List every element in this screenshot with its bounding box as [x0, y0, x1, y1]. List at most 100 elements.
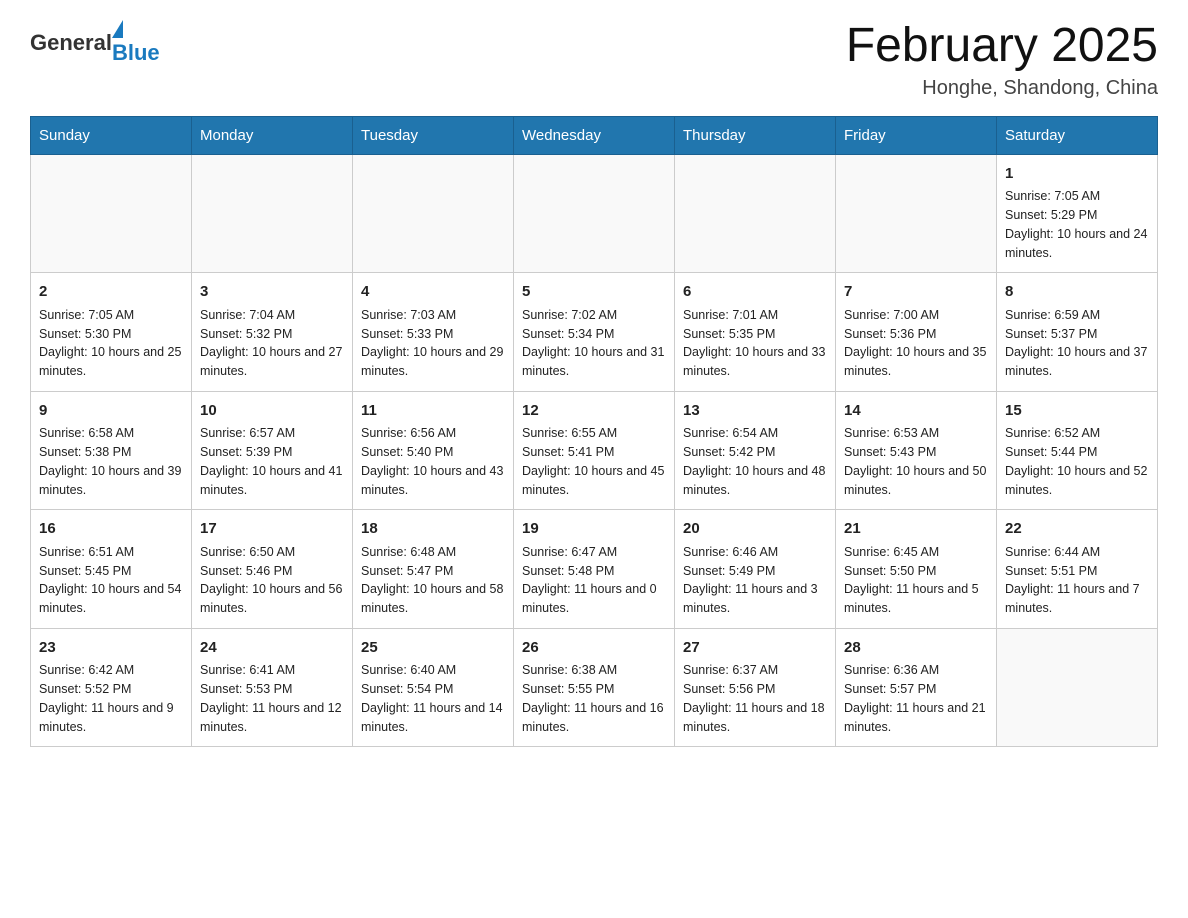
day-number: 1	[1005, 163, 1149, 186]
day-info: Sunrise: 6:40 AM	[361, 661, 505, 680]
day-info: Sunrise: 7:03 AM	[361, 306, 505, 325]
calendar-cell: 19Sunrise: 6:47 AMSunset: 5:48 PMDayligh…	[514, 510, 675, 629]
calendar-cell	[514, 154, 675, 273]
calendar-cell	[31, 154, 192, 273]
calendar-cell: 18Sunrise: 6:48 AMSunset: 5:47 PMDayligh…	[353, 510, 514, 629]
day-number: 22	[1005, 518, 1149, 541]
calendar-cell: 16Sunrise: 6:51 AMSunset: 5:45 PMDayligh…	[31, 510, 192, 629]
day-info: Daylight: 10 hours and 31 minutes.	[522, 343, 666, 381]
day-number: 28	[844, 637, 988, 660]
calendar-cell: 15Sunrise: 6:52 AMSunset: 5:44 PMDayligh…	[997, 391, 1158, 510]
title-area: February 2025 Honghe, Shandong, China	[846, 20, 1158, 100]
day-info: Sunrise: 7:00 AM	[844, 306, 988, 325]
day-info: Sunset: 5:50 PM	[844, 562, 988, 581]
calendar-cell	[353, 154, 514, 273]
day-info: Sunrise: 6:47 AM	[522, 543, 666, 562]
calendar-header-friday: Friday	[836, 116, 997, 154]
calendar-week-row: 2Sunrise: 7:05 AMSunset: 5:30 PMDaylight…	[31, 273, 1158, 392]
day-info: Sunrise: 6:58 AM	[39, 424, 183, 443]
day-number: 19	[522, 518, 666, 541]
day-info: Sunset: 5:32 PM	[200, 325, 344, 344]
day-info: Sunset: 5:47 PM	[361, 562, 505, 581]
calendar-cell: 13Sunrise: 6:54 AMSunset: 5:42 PMDayligh…	[675, 391, 836, 510]
page-header: General Blue February 2025 Honghe, Shand…	[30, 20, 1158, 100]
day-info: Sunset: 5:38 PM	[39, 443, 183, 462]
calendar-week-row: 23Sunrise: 6:42 AMSunset: 5:52 PMDayligh…	[31, 628, 1158, 747]
day-number: 15	[1005, 400, 1149, 423]
day-info: Sunrise: 6:37 AM	[683, 661, 827, 680]
calendar-cell	[192, 154, 353, 273]
calendar-cell	[836, 154, 997, 273]
day-info: Daylight: 11 hours and 5 minutes.	[844, 580, 988, 618]
day-info: Sunset: 5:55 PM	[522, 680, 666, 699]
day-info: Sunrise: 7:04 AM	[200, 306, 344, 325]
calendar-cell: 5Sunrise: 7:02 AMSunset: 5:34 PMDaylight…	[514, 273, 675, 392]
day-number: 26	[522, 637, 666, 660]
day-info: Sunset: 5:43 PM	[844, 443, 988, 462]
calendar-cell: 12Sunrise: 6:55 AMSunset: 5:41 PMDayligh…	[514, 391, 675, 510]
day-info: Sunrise: 6:56 AM	[361, 424, 505, 443]
calendar-cell: 7Sunrise: 7:00 AMSunset: 5:36 PMDaylight…	[836, 273, 997, 392]
calendar-cell: 3Sunrise: 7:04 AMSunset: 5:32 PMDaylight…	[192, 273, 353, 392]
day-info: Sunset: 5:37 PM	[1005, 325, 1149, 344]
day-info: Daylight: 11 hours and 14 minutes.	[361, 699, 505, 737]
day-info: Sunset: 5:35 PM	[683, 325, 827, 344]
day-number: 20	[683, 518, 827, 541]
day-info: Daylight: 10 hours and 41 minutes.	[200, 462, 344, 500]
day-number: 11	[361, 400, 505, 423]
calendar-header-sunday: Sunday	[31, 116, 192, 154]
month-title: February 2025	[846, 20, 1158, 73]
day-info: Sunrise: 6:36 AM	[844, 661, 988, 680]
day-info: Sunrise: 7:05 AM	[39, 306, 183, 325]
calendar-cell: 24Sunrise: 6:41 AMSunset: 5:53 PMDayligh…	[192, 628, 353, 747]
day-info: Sunrise: 6:42 AM	[39, 661, 183, 680]
logo-general-text: General	[30, 30, 112, 56]
calendar-table: SundayMondayTuesdayWednesdayThursdayFrid…	[30, 116, 1158, 748]
day-info: Sunset: 5:53 PM	[200, 680, 344, 699]
day-info: Daylight: 11 hours and 9 minutes.	[39, 699, 183, 737]
day-info: Sunset: 5:51 PM	[1005, 562, 1149, 581]
calendar-header-saturday: Saturday	[997, 116, 1158, 154]
day-info: Daylight: 11 hours and 18 minutes.	[683, 699, 827, 737]
logo-blue-area: Blue	[112, 20, 160, 66]
calendar-cell: 22Sunrise: 6:44 AMSunset: 5:51 PMDayligh…	[997, 510, 1158, 629]
day-number: 14	[844, 400, 988, 423]
day-number: 7	[844, 281, 988, 304]
day-info: Sunset: 5:57 PM	[844, 680, 988, 699]
day-info: Sunset: 5:52 PM	[39, 680, 183, 699]
calendar-cell: 27Sunrise: 6:37 AMSunset: 5:56 PMDayligh…	[675, 628, 836, 747]
day-number: 4	[361, 281, 505, 304]
calendar-cell: 14Sunrise: 6:53 AMSunset: 5:43 PMDayligh…	[836, 391, 997, 510]
day-info: Daylight: 11 hours and 16 minutes.	[522, 699, 666, 737]
day-info: Daylight: 10 hours and 39 minutes.	[39, 462, 183, 500]
day-info: Sunrise: 6:51 AM	[39, 543, 183, 562]
day-info: Sunset: 5:49 PM	[683, 562, 827, 581]
calendar-cell: 26Sunrise: 6:38 AMSunset: 5:55 PMDayligh…	[514, 628, 675, 747]
day-info: Sunset: 5:40 PM	[361, 443, 505, 462]
day-number: 6	[683, 281, 827, 304]
day-info: Sunset: 5:29 PM	[1005, 206, 1149, 225]
calendar-cell: 21Sunrise: 6:45 AMSunset: 5:50 PMDayligh…	[836, 510, 997, 629]
calendar-cell	[675, 154, 836, 273]
day-info: Sunrise: 6:41 AM	[200, 661, 344, 680]
day-number: 24	[200, 637, 344, 660]
day-info: Sunset: 5:42 PM	[683, 443, 827, 462]
calendar-cell: 4Sunrise: 7:03 AMSunset: 5:33 PMDaylight…	[353, 273, 514, 392]
calendar-cell: 20Sunrise: 6:46 AMSunset: 5:49 PMDayligh…	[675, 510, 836, 629]
day-info: Sunset: 5:56 PM	[683, 680, 827, 699]
logo: General Blue	[30, 20, 160, 66]
day-info: Daylight: 11 hours and 21 minutes.	[844, 699, 988, 737]
calendar-header-monday: Monday	[192, 116, 353, 154]
calendar-cell: 25Sunrise: 6:40 AMSunset: 5:54 PMDayligh…	[353, 628, 514, 747]
day-number: 10	[200, 400, 344, 423]
calendar-cell: 11Sunrise: 6:56 AMSunset: 5:40 PMDayligh…	[353, 391, 514, 510]
day-info: Sunset: 5:46 PM	[200, 562, 344, 581]
day-info: Sunset: 5:39 PM	[200, 443, 344, 462]
day-info: Sunrise: 7:02 AM	[522, 306, 666, 325]
calendar-header-tuesday: Tuesday	[353, 116, 514, 154]
day-info: Sunset: 5:36 PM	[844, 325, 988, 344]
calendar-week-row: 16Sunrise: 6:51 AMSunset: 5:45 PMDayligh…	[31, 510, 1158, 629]
day-number: 17	[200, 518, 344, 541]
day-number: 27	[683, 637, 827, 660]
day-info: Sunrise: 6:46 AM	[683, 543, 827, 562]
